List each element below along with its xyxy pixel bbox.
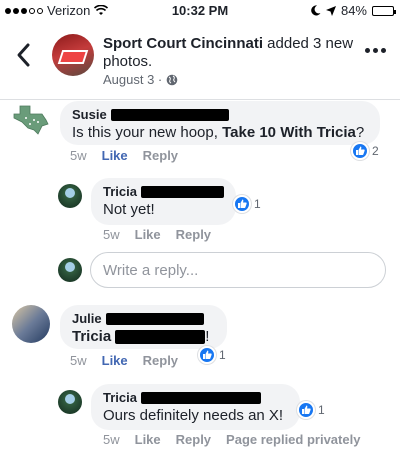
page-replied-privately-link[interactable]: Page replied privately <box>226 432 360 447</box>
avatar-susie[interactable] <box>12 104 52 138</box>
comment-author[interactable]: Tricia <box>103 390 288 406</box>
globe-icon <box>166 74 178 85</box>
thumbs-up-icon <box>297 401 315 419</box>
status-bar: Verizon 10:32 PM 84% <box>0 0 400 22</box>
comment-text: Tricia! <box>72 327 210 346</box>
comment-age[interactable]: 5w <box>103 432 120 447</box>
comment-actions: 5w Like Reply Page replied privately <box>103 432 360 447</box>
redaction-bar <box>105 313 204 325</box>
comment-bubble-tricia: Tricia Ours definitely needs an X! <box>91 384 300 430</box>
battery-percent: 84% <box>340 3 367 18</box>
comment-bubble-susie: Susie Is this your new hoop, Take 10 Wit… <box>60 101 380 145</box>
moon-icon <box>311 5 321 16</box>
like-button[interactable]: Like <box>102 353 128 368</box>
comment-bubble-tricia: Tricia Not yet! <box>91 178 236 225</box>
reply-button[interactable]: Reply <box>176 227 211 242</box>
reaction-count[interactable]: 2 <box>351 142 379 160</box>
redaction-bar <box>115 329 206 344</box>
tagged-page-link[interactable]: Take 10 With Tricia <box>222 124 356 141</box>
avatar-tricia[interactable] <box>58 184 82 208</box>
comment-actions: 5w Like Reply <box>70 148 178 163</box>
post-date[interactable]: August 3 · <box>103 72 162 87</box>
avatar-current-user <box>58 258 82 282</box>
thumbs-up-icon <box>198 346 216 364</box>
comment-author[interactable]: Susie <box>72 107 368 123</box>
reply-button[interactable]: Reply <box>143 353 178 368</box>
reply-button[interactable]: Reply <box>143 148 178 163</box>
redaction-bar <box>140 186 224 198</box>
comment-actions: 5w Like Reply <box>70 353 178 368</box>
reaction-number: 1 <box>318 403 325 417</box>
comment-actions: 5w Like Reply <box>103 227 211 242</box>
chevron-left-icon[interactable] <box>14 42 34 68</box>
thumbs-up-icon <box>351 142 369 160</box>
status-right: 84% <box>310 3 396 18</box>
post-meta: August 3 · <box>103 72 178 87</box>
reply-input[interactable]: Write a reply... <box>90 252 386 288</box>
tagged-person-link[interactable]: Tricia <box>72 327 111 346</box>
like-button[interactable]: Like <box>135 227 161 242</box>
reply-button[interactable]: Reply <box>176 432 211 447</box>
reaction-count[interactable]: 1 <box>297 401 325 419</box>
avatar-tricia[interactable] <box>58 390 82 414</box>
redaction-bar <box>140 392 261 404</box>
post-title: Sport Court Cincinnati added 3 new photo… <box>103 35 363 71</box>
location-arrow-icon <box>325 5 336 16</box>
comment-text: Not yet! <box>103 201 155 218</box>
comment-author[interactable]: Julie <box>72 311 215 327</box>
like-button[interactable]: Like <box>135 432 161 447</box>
more-options-icon[interactable] <box>365 48 386 53</box>
reaction-count[interactable]: 1 <box>233 195 261 213</box>
battery-icon <box>372 5 396 16</box>
thumbs-up-icon <box>233 195 251 213</box>
page-name-link[interactable]: Sport Court Cincinnati <box>103 35 263 52</box>
comment-bubble-julie: Julie Tricia! <box>60 305 227 349</box>
comment-text: Ours definitely needs an X! <box>103 407 284 424</box>
reaction-number: 2 <box>372 144 379 158</box>
reaction-number: 1 <box>219 348 226 362</box>
comment-age[interactable]: 5w <box>70 353 87 368</box>
like-button[interactable]: Like <box>102 148 128 163</box>
comment-age[interactable]: 5w <box>70 148 87 163</box>
comment-author[interactable]: Tricia <box>103 184 224 200</box>
comment-text: Is this your new hoop, Take 10 With Tric… <box>72 124 365 141</box>
page-avatar[interactable] <box>52 34 94 76</box>
redaction-bar <box>110 109 229 121</box>
reaction-number: 1 <box>254 197 261 211</box>
comment-age[interactable]: 5w <box>103 227 120 242</box>
reaction-count[interactable]: 1 <box>198 346 226 364</box>
post-header: Sport Court Cincinnati added 3 new photo… <box>0 22 400 100</box>
avatar-julie[interactable] <box>12 305 50 343</box>
